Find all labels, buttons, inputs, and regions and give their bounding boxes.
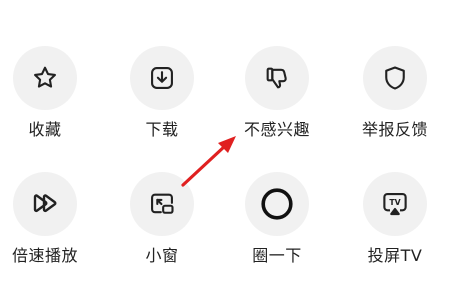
fast-forward-icon	[33, 194, 57, 213]
circle-it-label: 圈一下	[252, 246, 302, 265]
playback-speed-button[interactable]	[13, 172, 77, 236]
picture-in-picture-icon	[151, 193, 174, 214]
report-label: 举报反馈	[361, 120, 428, 139]
playback-speed-action[interactable]: 倍速播放	[0, 172, 100, 282]
cast-tv-label: 投屏TV	[367, 246, 423, 265]
svg-text:TV: TV	[389, 198, 400, 207]
download-button[interactable]	[130, 46, 194, 110]
not-interested-label: 不感兴趣	[243, 120, 310, 139]
report-action[interactable]: 举报反馈	[340, 46, 450, 156]
report-button[interactable]	[363, 46, 427, 110]
shield-icon	[385, 66, 405, 90]
thumbs-down-icon	[266, 67, 287, 89]
mini-window-button[interactable]	[130, 172, 194, 236]
playback-speed-label: 倍速播放	[11, 246, 78, 265]
star-icon	[34, 66, 56, 88]
circle-icon	[261, 188, 293, 220]
not-interested-button[interactable]	[245, 46, 309, 110]
mini-window-action[interactable]: 小窗	[107, 172, 217, 282]
favorite-label: 收藏	[28, 120, 62, 139]
download-icon	[151, 67, 173, 89]
not-interested-action[interactable]: 不感兴趣	[222, 46, 332, 156]
download-label: 下载	[145, 120, 179, 139]
circle-it-action[interactable]: 圈一下	[222, 172, 332, 282]
tv-cast-icon: TV	[383, 192, 407, 216]
mini-window-label: 小窗	[145, 246, 179, 265]
circle-it-button[interactable]	[245, 172, 309, 236]
cast-tv-action[interactable]: TV 投屏TV	[340, 172, 450, 282]
cast-tv-button[interactable]: TV	[363, 172, 427, 236]
favorite-button[interactable]	[13, 46, 77, 110]
favorite-action[interactable]: 收藏	[0, 46, 100, 156]
download-action[interactable]: 下载	[107, 46, 217, 156]
